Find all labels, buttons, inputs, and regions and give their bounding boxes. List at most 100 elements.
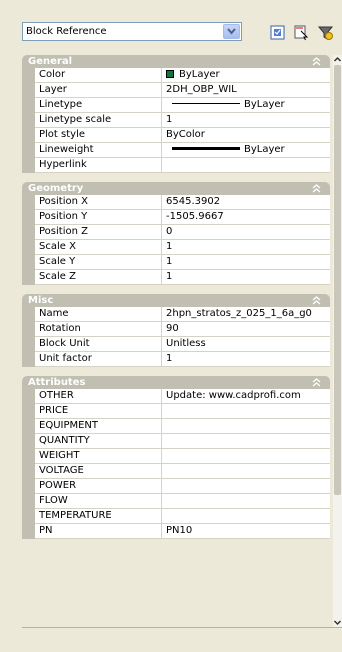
- property-label: Plot style: [35, 128, 162, 142]
- section-header[interactable]: Geometry: [22, 182, 330, 195]
- collapse-chevron-icon[interactable]: [311, 56, 322, 67]
- property-value[interactable]: Update: www.cadprofi.com: [162, 389, 330, 403]
- property-value[interactable]: [162, 464, 330, 478]
- property-value[interactable]: 1: [162, 240, 330, 254]
- property-row[interactable]: Unit factor 1: [35, 352, 330, 367]
- property-row[interactable]: PN PN10: [35, 524, 330, 539]
- section-misc: Misc Name 2hpn_stratos_z_025_1_6a_g0 Rotati…: [22, 294, 330, 367]
- property-label: Rotation: [35, 322, 162, 336]
- collapse-chevron-icon[interactable]: [311, 295, 322, 306]
- property-label: Unit factor: [35, 352, 162, 366]
- select-objects-icon[interactable]: [290, 22, 312, 42]
- property-value-text: ByLayer: [244, 144, 285, 155]
- property-row[interactable]: POWER: [35, 479, 330, 494]
- property-row[interactable]: WEIGHT: [35, 449, 330, 464]
- property-row[interactable]: Rotation 90: [35, 322, 330, 337]
- selection-toolbar: Block Reference: [0, 0, 342, 44]
- property-label: Scale X: [35, 240, 162, 254]
- property-value[interactable]: 1: [162, 255, 330, 269]
- property-value-text: 1: [166, 114, 173, 125]
- property-value-text: 2hpn_stratos_z_025_1_6a_g0: [166, 308, 312, 319]
- property-value[interactable]: Unitless: [162, 337, 330, 351]
- property-row[interactable]: Color ByLayer: [35, 68, 330, 83]
- property-value-text: ByLayer: [244, 99, 285, 110]
- property-value[interactable]: [162, 479, 330, 493]
- property-value[interactable]: 90: [162, 322, 330, 336]
- property-value[interactable]: [162, 449, 330, 463]
- property-row[interactable]: VOLTAGE: [35, 464, 330, 479]
- property-label: Color: [35, 68, 162, 82]
- property-row[interactable]: Scale Z 1: [35, 270, 330, 285]
- property-value[interactable]: ByLayer: [162, 98, 330, 112]
- property-label: Hyperlink: [35, 158, 162, 172]
- section-header[interactable]: General: [22, 55, 330, 68]
- color-swatch-icon: [166, 70, 174, 78]
- property-row[interactable]: Name 2hpn_stratos_z_025_1_6a_g0: [35, 307, 330, 322]
- property-value[interactable]: 0: [162, 225, 330, 239]
- property-row[interactable]: Plot style ByColor: [35, 128, 330, 143]
- property-row[interactable]: Position X 6545.3902: [35, 195, 330, 210]
- property-row[interactable]: Scale Y 1: [35, 255, 330, 270]
- property-row[interactable]: EQUIPMENT: [35, 419, 330, 434]
- property-row[interactable]: QUANTITY: [35, 434, 330, 449]
- chevron-down-icon[interactable]: [223, 24, 240, 39]
- property-row[interactable]: Hyperlink: [35, 158, 330, 173]
- property-row[interactable]: Layer 2DH_OBP_WIL: [35, 83, 330, 98]
- section-title: Misc: [28, 295, 54, 306]
- property-value[interactable]: 2DH_OBP_WIL: [162, 83, 330, 97]
- property-value[interactable]: 1: [162, 352, 330, 366]
- property-row[interactable]: Linetype ByLayer: [35, 98, 330, 113]
- property-value-text: Update: www.cadprofi.com: [166, 390, 301, 401]
- property-value[interactable]: [162, 509, 330, 523]
- object-type-dropdown[interactable]: Block Reference: [22, 22, 242, 41]
- property-row[interactable]: TEMPERATURE: [35, 509, 330, 524]
- property-value[interactable]: ByLayer: [162, 68, 330, 82]
- property-row[interactable]: Scale X 1: [35, 240, 330, 255]
- property-value-text: PN10: [166, 525, 193, 536]
- property-value[interactable]: [162, 494, 330, 508]
- collapse-chevron-icon[interactable]: [311, 183, 322, 194]
- property-row[interactable]: Linetype scale 1: [35, 113, 330, 128]
- property-label: TEMPERATURE: [35, 509, 162, 523]
- section-header[interactable]: Attributes: [22, 376, 330, 389]
- scroll-down-arrow-icon[interactable]: [333, 618, 342, 627]
- property-value[interactable]: [162, 158, 330, 172]
- property-value[interactable]: ByLayer: [162, 143, 330, 157]
- property-row[interactable]: Position Z 0: [35, 225, 330, 240]
- property-row[interactable]: FLOW: [35, 494, 330, 509]
- property-value[interactable]: 6545.3902: [162, 195, 330, 209]
- property-label: Position Z: [35, 225, 162, 239]
- section-header[interactable]: Misc: [22, 294, 330, 307]
- property-value[interactable]: [162, 404, 330, 418]
- scrollbar-thumb[interactable]: [334, 65, 341, 495]
- collapse-chevron-icon[interactable]: [311, 377, 322, 388]
- section-title: General: [28, 56, 72, 67]
- property-value[interactable]: [162, 434, 330, 448]
- quick-select-icon[interactable]: [266, 22, 288, 42]
- property-value[interactable]: [162, 419, 330, 433]
- property-label: PN: [35, 524, 162, 538]
- property-value[interactable]: 1: [162, 113, 330, 127]
- scroll-up-arrow-icon[interactable]: [333, 55, 342, 64]
- toggle-pickadd-icon[interactable]: [314, 22, 336, 42]
- property-value-text: 2DH_OBP_WIL: [166, 84, 237, 95]
- property-value-text: -1505.9667: [166, 211, 224, 222]
- linetype-preview-icon: [172, 103, 240, 104]
- property-row[interactable]: Position Y -1505.9667: [35, 210, 330, 225]
- property-value[interactable]: PN10: [162, 524, 330, 538]
- property-row[interactable]: Block Unit Unitless: [35, 337, 330, 352]
- section-attributes: Attributes OTHER Update: www.cadprofi.com P…: [22, 376, 330, 539]
- property-row[interactable]: OTHER Update: www.cadprofi.com: [35, 389, 330, 404]
- property-row[interactable]: PRICE: [35, 404, 330, 419]
- property-value-text: 1: [166, 271, 173, 282]
- property-label: Scale Z: [35, 270, 162, 284]
- vertical-scrollbar[interactable]: [333, 55, 342, 627]
- property-value[interactable]: 1: [162, 270, 330, 284]
- property-label: Layer: [35, 83, 162, 97]
- property-value[interactable]: ByColor: [162, 128, 330, 142]
- property-value[interactable]: -1505.9667: [162, 210, 330, 224]
- property-label: WEIGHT: [35, 449, 162, 463]
- property-row[interactable]: Lineweight ByLayer: [35, 143, 330, 158]
- section-geometry: Geometry Position X 6545.3902 Position Y -15…: [22, 182, 330, 285]
- property-value[interactable]: 2hpn_stratos_z_025_1_6a_g0: [162, 307, 330, 321]
